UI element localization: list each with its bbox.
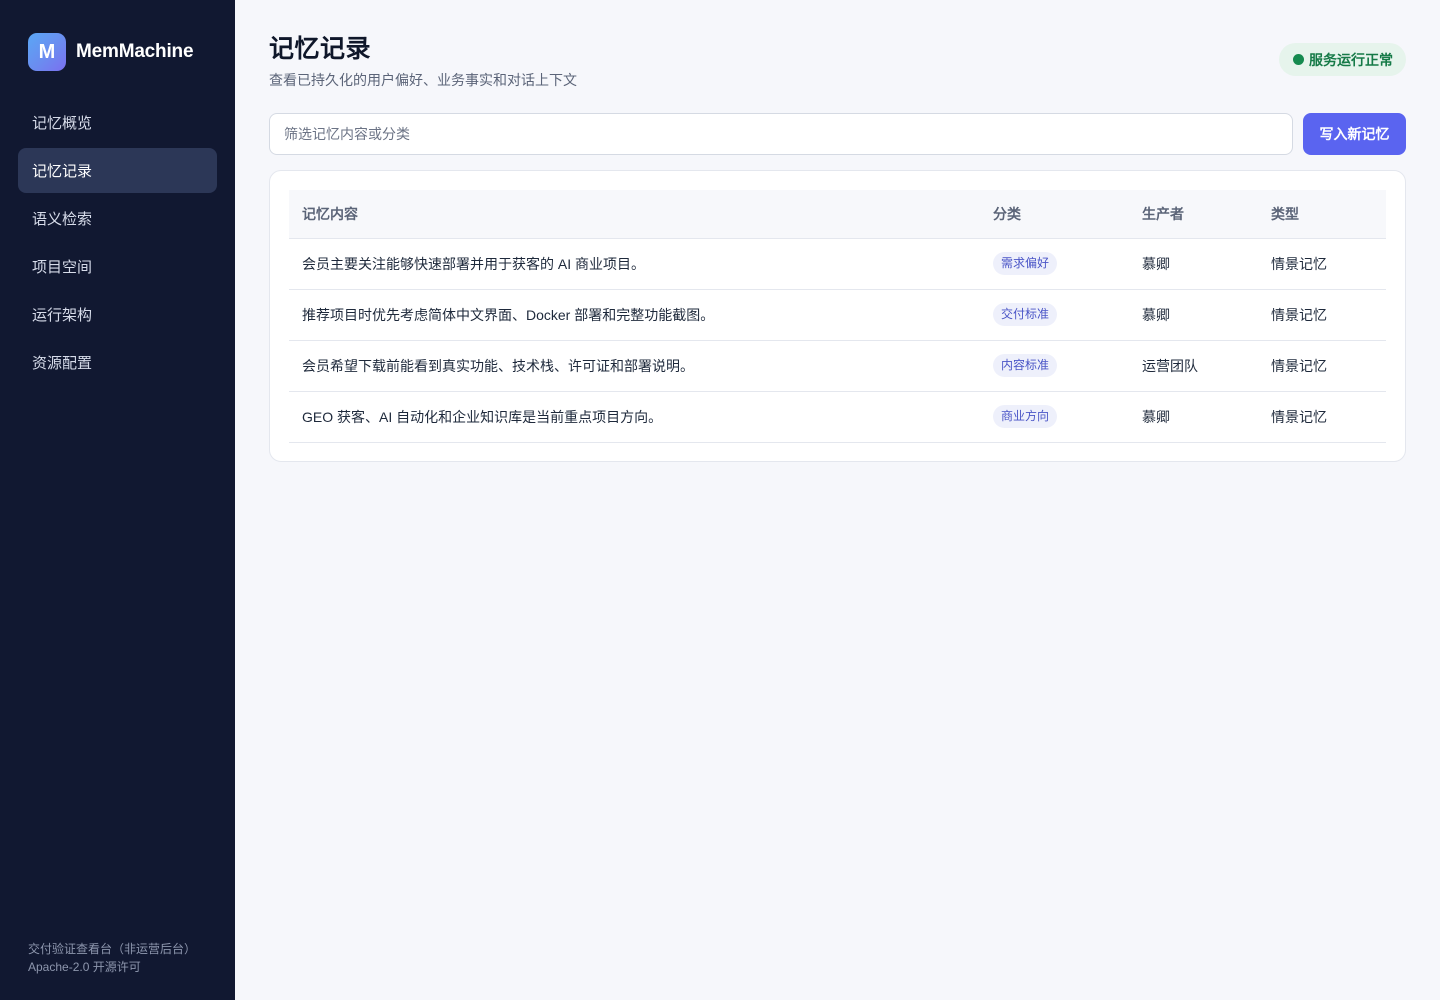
filter-input[interactable]: [269, 113, 1293, 155]
write-memory-button[interactable]: 写入新记忆: [1303, 113, 1406, 155]
sidebar-item-label: 记忆概览: [32, 115, 93, 132]
sidebar-item-records[interactable]: 记忆记录: [18, 148, 217, 193]
column-header-content: 记忆内容: [289, 190, 980, 239]
category-tag: 内容标准: [993, 354, 1058, 377]
table-row[interactable]: GEO 获客、AI 自动化和企业知识库是当前重点项目方向。 商业方向 慕卿 情景…: [289, 391, 1386, 443]
sidebar-item-overview[interactable]: 记忆概览: [18, 100, 217, 145]
records-table: 记忆内容 分类 生产者 类型 会员主要关注能够快速部署并用于获客的 AI 商业项…: [289, 190, 1386, 443]
cell-producer: 慕卿: [1129, 238, 1258, 290]
main-content: 记忆记录 查看已持久化的用户偏好、业务事实和对话上下文 服务运行正常 写入新记忆…: [235, 0, 1440, 1000]
cell-content: 会员主要关注能够快速部署并用于获客的 AI 商业项目。: [289, 238, 980, 290]
sidebar: M MemMachine 记忆概览 记忆记录 语义检索 项目空间 运行架构 资源…: [0, 0, 235, 1000]
cell-category: 商业方向: [980, 391, 1129, 443]
sidebar-footer: 交付验证查看台（非运营后台） Apache-2.0 开源许可: [28, 940, 196, 976]
status-text: 服务运行正常: [1309, 51, 1393, 68]
table-row[interactable]: 会员主要关注能够快速部署并用于获客的 AI 商业项目。 需求偏好 慕卿 情景记忆: [289, 238, 1386, 290]
sidebar-item-architecture[interactable]: 运行架构: [18, 292, 217, 337]
sidebar-nav: 记忆概览 记忆记录 语义检索 项目空间 运行架构 资源配置: [18, 100, 217, 388]
sidebar-item-label: 资源配置: [32, 355, 93, 372]
cell-producer: 运营团队: [1129, 340, 1258, 392]
cell-producer: 慕卿: [1129, 391, 1258, 443]
cell-content: 推荐项目时优先考虑简体中文界面、Docker 部署和完整功能截图。: [289, 289, 980, 341]
category-tag: 交付标准: [993, 303, 1058, 326]
column-header-category: 分类: [980, 190, 1129, 239]
cell-category: 需求偏好: [980, 238, 1129, 290]
page-title: 记忆记录: [269, 35, 372, 63]
sidebar-item-semantic-search[interactable]: 语义检索: [18, 196, 217, 241]
sidebar-item-label: 项目空间: [32, 259, 93, 276]
cell-content: 会员希望下载前能看到真实功能、技术栈、许可证和部署说明。: [289, 340, 980, 392]
records-card: 记忆内容 分类 生产者 类型 会员主要关注能够快速部署并用于获客的 AI 商业项…: [269, 170, 1406, 462]
sidebar-item-label: 运行架构: [32, 307, 93, 324]
toolbar: 写入新记忆: [269, 113, 1406, 155]
footer-note: 交付验证查看台（非运营后台）: [28, 942, 197, 956]
status-dot-icon: [1293, 54, 1304, 65]
table-row[interactable]: 会员希望下载前能看到真实功能、技术栈、许可证和部署说明。 内容标准 运营团队 情…: [289, 340, 1386, 392]
table-header-row: 记忆内容 分类 生产者 类型: [289, 190, 1386, 239]
page-subtitle: 查看已持久化的用户偏好、业务事实和对话上下文: [269, 72, 577, 88]
cell-content: GEO 获客、AI 自动化和企业知识库是当前重点项目方向。: [289, 391, 980, 443]
sidebar-item-label: 记忆记录: [32, 163, 93, 180]
cell-producer: 慕卿: [1129, 289, 1258, 341]
sidebar-item-resources[interactable]: 资源配置: [18, 340, 217, 385]
cell-type: 情景记忆: [1258, 391, 1386, 443]
category-tag: 商业方向: [993, 405, 1058, 428]
brand-name: MemMachine: [76, 41, 194, 62]
cell-type: 情景记忆: [1258, 289, 1386, 341]
sidebar-item-projects[interactable]: 项目空间: [18, 244, 217, 289]
cell-category: 交付标准: [980, 289, 1129, 341]
category-tag: 需求偏好: [993, 252, 1058, 275]
column-header-producer: 生产者: [1129, 190, 1258, 239]
sidebar-item-label: 语义检索: [32, 211, 93, 228]
cell-type: 情景记忆: [1258, 340, 1386, 392]
brand-logo-icon: M: [28, 33, 66, 71]
table-row[interactable]: 推荐项目时优先考虑简体中文界面、Docker 部署和完整功能截图。 交付标准 慕…: [289, 289, 1386, 341]
cell-type: 情景记忆: [1258, 238, 1386, 290]
brand[interactable]: M MemMachine: [28, 33, 194, 71]
cell-category: 内容标准: [980, 340, 1129, 392]
column-header-type: 类型: [1258, 190, 1386, 239]
status-badge: 服务运行正常: [1279, 43, 1406, 76]
license-note: Apache-2.0 开源许可: [28, 960, 141, 974]
